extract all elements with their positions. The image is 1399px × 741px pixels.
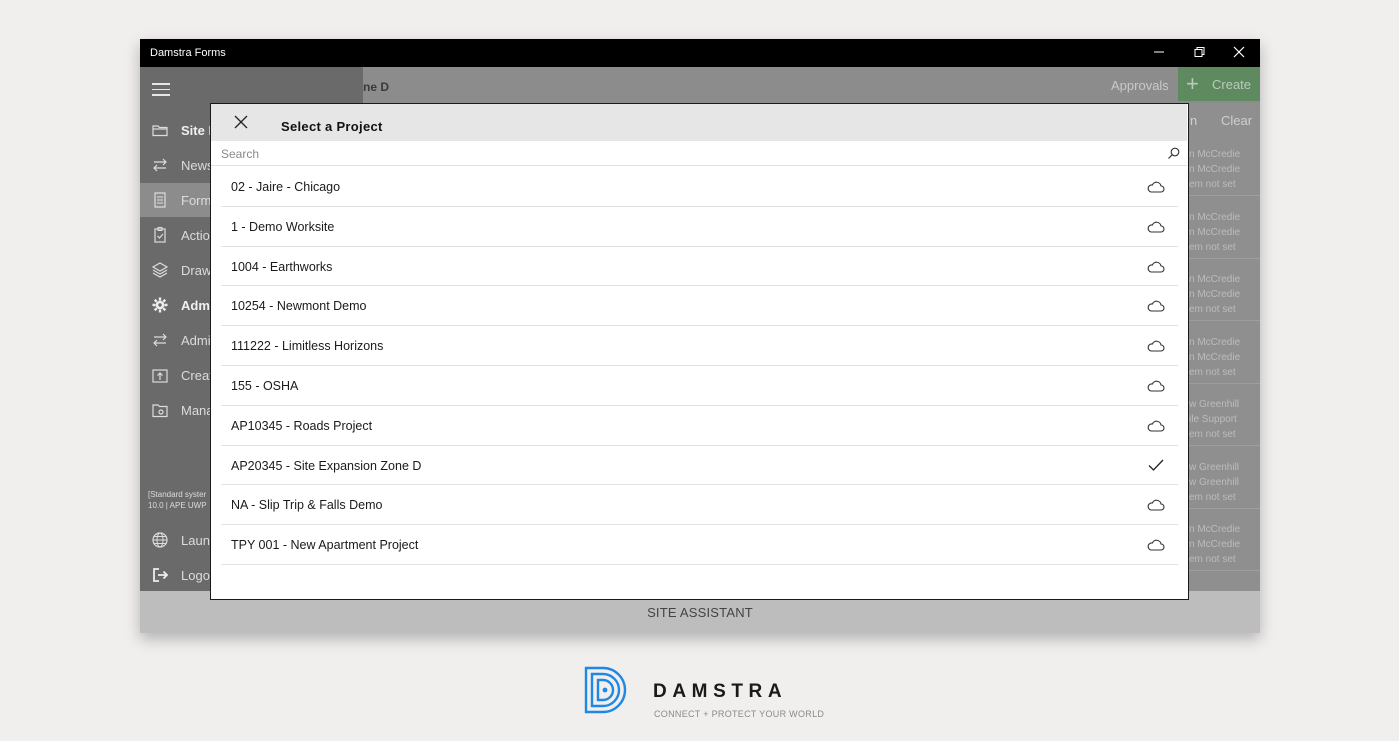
list-item[interactable]: n McCredie n McCredie em not set xyxy=(1189,335,1260,380)
project-name: AP20345 - Site Expansion Zone D xyxy=(231,458,422,473)
system-info: [Standard syster 10.0 | APE UWP xyxy=(148,490,207,510)
brand-footer: DAMSTRA CONNECT + PROTECT YOUR WORLD xyxy=(583,665,825,725)
close-window-button[interactable] xyxy=(1224,44,1254,62)
minimize-icon xyxy=(1154,51,1164,53)
sidebar-item-label: Adm xyxy=(181,298,210,313)
document-icon xyxy=(154,192,166,208)
clipboard-check-icon xyxy=(154,227,166,243)
globe-icon xyxy=(152,532,168,548)
project-name: 155 - OSHA xyxy=(231,378,299,393)
list-separator xyxy=(1189,257,1260,259)
project-row[interactable]: NA - Slip Trip & Falls Demo xyxy=(221,485,1178,526)
title-bar: Damstra Forms xyxy=(140,39,1260,67)
brand-name: DAMSTRA xyxy=(653,681,788,702)
upload-icon xyxy=(152,369,168,383)
sidebar-item-label: Laun xyxy=(181,533,210,548)
cloud-icon xyxy=(1147,261,1165,273)
list-separator xyxy=(1189,382,1260,384)
checkmark-icon xyxy=(1148,459,1164,471)
project-name: 02 - Jaire - Chicago xyxy=(231,180,341,194)
hamburger-menu-icon[interactable] xyxy=(152,83,170,97)
project-list: 02 - Jaire - Chicago 1 - Demo Worksite 100… xyxy=(221,167,1178,565)
project-row[interactable]: 1004 - Earthworks xyxy=(221,247,1178,287)
project-name: 10254 - Newmont Demo xyxy=(231,299,367,314)
sidebar-item-label: Form xyxy=(181,193,212,208)
page-title: ne D xyxy=(363,80,390,94)
folder-gear-icon xyxy=(152,404,168,418)
project-name: TPY 001 - New Apartment Project xyxy=(231,538,419,553)
close-dialog-icon[interactable] xyxy=(233,114,249,130)
create-button[interactable]: + Create xyxy=(1178,67,1260,101)
sort-label[interactable]: n xyxy=(1190,113,1197,128)
cloud-icon xyxy=(1147,420,1165,432)
project-name: 1004 - Earthworks xyxy=(231,259,333,274)
search-placeholder: Search xyxy=(221,147,260,161)
sidebar-item-label: Mana xyxy=(181,403,214,418)
sidebar-item-label: Admi xyxy=(181,333,211,348)
sidebar-item-label: News xyxy=(181,158,214,173)
logout-icon xyxy=(153,568,169,582)
cloud-icon xyxy=(1147,539,1165,551)
search-input[interactable]: Search xyxy=(211,141,1187,166)
cloud-icon xyxy=(1147,340,1165,352)
project-name: 1 - Demo Worksite xyxy=(231,219,335,234)
sidebar-item-label: Draw xyxy=(181,263,212,278)
cloud-icon xyxy=(1147,301,1165,312)
footer-text: SITE ASSISTANT xyxy=(647,605,753,620)
restore-button[interactable] xyxy=(1184,44,1214,62)
project-row[interactable]: AP10345 - Roads Project xyxy=(221,406,1178,446)
project-name: AP10345 - Roads Project xyxy=(231,418,373,433)
project-row[interactable]: AP20345 - Site Expansion Zone D xyxy=(221,446,1178,486)
project-name: 111222 - Limitless Horizons xyxy=(231,339,384,354)
project-row[interactable]: 111222 - Limitless Horizons xyxy=(221,326,1178,366)
cloud-icon xyxy=(1147,500,1165,511)
list-item[interactable]: n McCredie n McCredie em not set xyxy=(1189,147,1260,192)
sidebar-item-label: Actio xyxy=(181,228,210,243)
cloud-icon xyxy=(1147,181,1165,193)
search-icon[interactable] xyxy=(1167,146,1181,160)
project-row[interactable]: TPY 001 - New Apartment Project xyxy=(221,525,1178,565)
minimize-button[interactable] xyxy=(1144,44,1174,62)
cloud-icon xyxy=(1147,221,1165,233)
project-row[interactable]: 1 - Demo Worksite xyxy=(221,207,1178,247)
gear-icon xyxy=(152,297,168,313)
sidebar-item-label: Creat xyxy=(181,368,213,383)
list-item[interactable]: w Greenhill w Greenhill em not set xyxy=(1189,460,1260,505)
swap-arrows-icon xyxy=(153,158,167,172)
clear-button[interactable]: Clear xyxy=(1221,113,1252,128)
sidebar-item-label: Logo xyxy=(181,568,210,583)
swap-arrows-icon xyxy=(153,333,167,347)
project-row[interactable]: 10254 - Newmont Demo xyxy=(221,286,1178,327)
list-item[interactable]: n McCredie n McCredie em not set xyxy=(1189,272,1260,317)
dialog-header: Select a Project xyxy=(211,104,1187,141)
dialog-title: Select a Project xyxy=(281,119,383,134)
list-separator xyxy=(1189,570,1260,571)
damstra-logo-icon xyxy=(584,666,627,714)
folder-open-icon xyxy=(152,125,168,137)
list-separator xyxy=(1189,445,1260,446)
cloud-icon xyxy=(1147,380,1165,392)
list-item[interactable]: n McCredie n McCredie em not set xyxy=(1189,522,1260,567)
project-row[interactable]: 02 - Jaire - Chicago xyxy=(221,167,1178,207)
project-row[interactable]: 155 - OSHA xyxy=(221,366,1178,406)
list-separator xyxy=(1189,320,1260,321)
plus-icon: + xyxy=(1186,71,1199,96)
layers-icon xyxy=(151,262,169,278)
list-item[interactable]: w Greenhill ile Support em not set xyxy=(1189,397,1260,442)
select-project-dialog: Select a Project Search 02 - Jaire - Chi… xyxy=(210,103,1189,600)
list-separator xyxy=(1189,507,1260,509)
list-item[interactable]: n McCredie n McCredie em not set xyxy=(1189,210,1260,255)
list-separator xyxy=(1189,195,1260,196)
approvals-button[interactable]: Approvals xyxy=(1111,78,1169,93)
window-title: Damstra Forms xyxy=(150,47,226,59)
restore-icon xyxy=(1194,47,1205,57)
project-name: NA - Slip Trip & Falls Demo xyxy=(231,498,383,513)
brand-tagline: CONNECT + PROTECT YOUR WORLD xyxy=(654,709,825,719)
close-icon xyxy=(1233,46,1245,58)
sidebar-item-label: Site I xyxy=(181,123,213,138)
